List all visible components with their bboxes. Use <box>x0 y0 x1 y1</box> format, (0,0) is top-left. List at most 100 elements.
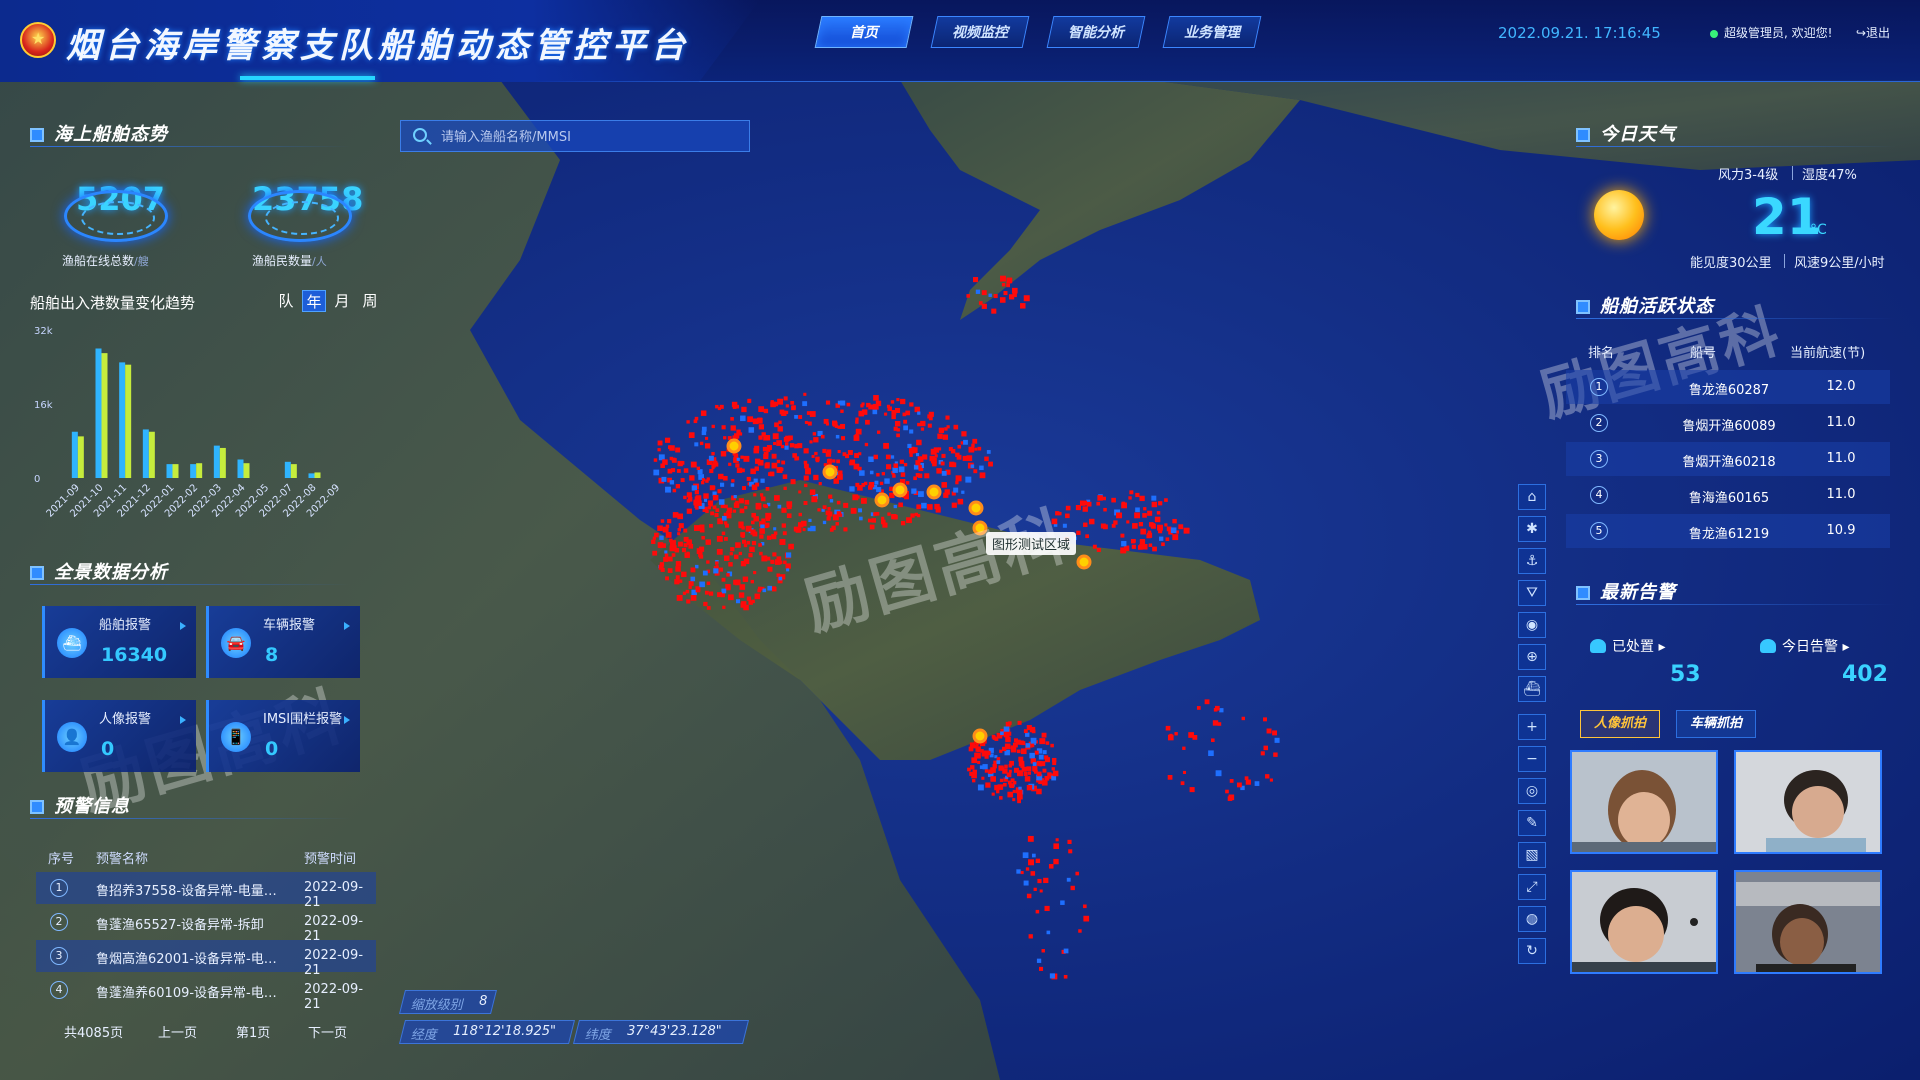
search-input[interactable] <box>441 125 741 149</box>
ship-marker <box>703 498 708 502</box>
ship-marker <box>721 515 727 521</box>
ship-filter-icon[interactable]: ⚓ <box>1518 548 1546 574</box>
longitude-readout: 经度 118°12'18.925" <box>399 1020 575 1044</box>
ship-marker <box>803 448 809 454</box>
ship-marker <box>677 513 684 520</box>
ship-marker <box>1039 738 1046 745</box>
lock-icon[interactable]: ⌂ <box>1518 484 1546 510</box>
nav-video-monitoring[interactable]: 视频监控 <box>930 16 1030 48</box>
ship-row[interactable]: 2 鲁烟开渔60089 11.0 <box>1566 406 1890 440</box>
ship-marker <box>876 430 881 434</box>
measure-icon[interactable]: ✎ <box>1518 810 1546 836</box>
tab-team[interactable]: 队 <box>274 290 298 312</box>
logout-button[interactable]: ↪退出 <box>1856 24 1890 41</box>
ship-marker <box>1030 737 1037 744</box>
ship-marker <box>1041 949 1045 953</box>
ship-marker <box>996 757 1001 761</box>
warning-row[interactable]: 4 鲁蓬渔养60109-设备异常-电量... 2022-09-21 <box>36 974 376 1012</box>
today-alarms[interactable]: 今日告警 ▸ 402 <box>1740 624 1892 698</box>
divider <box>1576 146 1896 147</box>
nav-home[interactable]: 首页 <box>814 16 914 48</box>
zoom-out-icon[interactable]: − <box>1518 746 1546 772</box>
test-zone-label[interactable]: 图形测试区域 <box>986 532 1077 555</box>
alert-ship-marker[interactable] <box>874 492 890 508</box>
ship-marker <box>921 502 927 509</box>
pager-next-button[interactable]: 下一页 <box>308 1022 347 1041</box>
car-alarm-card[interactable]: 🚘 车辆报警 8 <box>206 606 360 678</box>
tab-month[interactable]: 月 <box>330 290 354 312</box>
ship-marker <box>867 518 872 523</box>
ship-marker <box>753 493 757 497</box>
tab-year[interactable]: 年 <box>302 290 326 312</box>
ship-marker <box>1158 501 1163 506</box>
capture-photo[interactable] <box>1734 870 1882 974</box>
humidity: 湿度47% <box>1802 168 1857 183</box>
ship-marker <box>902 412 907 417</box>
ship-marker <box>835 522 839 526</box>
alert-ship-marker[interactable] <box>822 464 838 480</box>
imsi-alarm-card[interactable]: 📱 IMSI围栏报警 0 <box>206 700 360 772</box>
ship-marker <box>846 402 851 407</box>
pager-prev-button[interactable]: 上一页 <box>158 1022 197 1041</box>
ship-marker <box>675 566 681 572</box>
alert-ship-marker[interactable] <box>972 520 988 536</box>
ship-speed: 10.9 <box>1826 523 1856 538</box>
warning-row[interactable]: 3 鲁烟高渔62001-设备异常-电量... 2022-09-21 <box>36 940 376 978</box>
ship-marker <box>1016 789 1023 796</box>
ship-marker <box>701 426 707 432</box>
locate-icon[interactable]: ◎ <box>1518 778 1546 804</box>
ship-marker <box>677 528 682 532</box>
fullscreen-icon[interactable]: ⤢ <box>1518 874 1546 900</box>
alert-ship-marker[interactable] <box>1076 554 1092 570</box>
alert-ship-marker[interactable] <box>726 438 742 454</box>
ship-marker <box>723 475 728 481</box>
refresh-icon[interactable]: ↻ <box>1518 938 1546 964</box>
ship-marker <box>1022 852 1029 859</box>
ship-row[interactable]: 5 鲁龙渔61219 10.9 <box>1566 514 1890 548</box>
ship-marker <box>804 463 809 469</box>
filter-icon[interactable]: ⛛ <box>1518 580 1546 606</box>
nav-business-management[interactable]: 业务管理 <box>1162 16 1262 48</box>
zoom-in-icon[interactable]: + <box>1518 714 1546 740</box>
ship-row[interactable]: 4 鲁海渔60165 11.0 <box>1566 478 1890 512</box>
ship-row[interactable]: 3 鲁烟开渔60218 11.0 <box>1566 442 1890 476</box>
capture-photo[interactable] <box>1570 870 1718 974</box>
palette-icon[interactable]: ◉ <box>1518 612 1546 638</box>
ship-alarm-card[interactable]: ⛴ 船舶报警 16340 <box>42 606 196 678</box>
snowflake-icon[interactable]: ✱ <box>1518 516 1546 542</box>
ship-name: 鲁龙渔60287 <box>1688 383 1770 398</box>
alert-ship-marker[interactable] <box>968 500 984 516</box>
ship-search[interactable] <box>400 120 750 152</box>
alert-ship-marker[interactable] <box>972 728 988 744</box>
tab-face-capture[interactable]: 人像抓拍 <box>1580 710 1660 738</box>
ship-marker <box>694 490 699 495</box>
ship-marker <box>876 473 880 477</box>
ship-marker <box>1034 750 1039 755</box>
rank-number: 3 <box>1590 450 1608 468</box>
capture-photo[interactable] <box>1570 750 1718 854</box>
alert-ship-marker[interactable] <box>926 484 942 500</box>
ship-marker <box>1025 732 1030 737</box>
nav-smart-analysis[interactable]: 智能分析 <box>1046 16 1146 48</box>
globe-icon[interactable]: ⊕ <box>1518 644 1546 670</box>
capture-photo[interactable] <box>1734 750 1882 854</box>
chevron-right-icon <box>344 716 350 724</box>
ship-row[interactable]: 1 鲁龙渔60287 12.0 <box>1566 370 1890 404</box>
handled-alarms[interactable]: 已处置 ▸ 53 <box>1570 624 1722 698</box>
warning-row[interactable]: 2 鲁蓬渔65527-设备异常-拆卸 2022-09-21 <box>36 906 376 944</box>
ship-marker <box>1208 750 1214 757</box>
earth-icon[interactable]: ◍ <box>1518 906 1546 932</box>
ship-name: 鲁烟开渔60089 <box>1682 419 1776 434</box>
ship-marker <box>957 444 962 449</box>
ship-marker <box>1035 858 1041 864</box>
alert-ship-marker[interactable] <box>892 482 908 498</box>
ship-marker <box>1273 752 1278 757</box>
area-icon[interactable]: ▧ <box>1518 842 1546 868</box>
tab-week[interactable]: 周 <box>358 290 382 312</box>
face-alarm-card[interactable]: 👤 人像报警 0 <box>42 700 196 772</box>
ship-marker <box>741 468 745 473</box>
ship-marker <box>899 459 904 464</box>
warning-row[interactable]: 1 鲁招养37558-设备异常-电量不足 2022-09-21 <box>36 872 376 910</box>
tab-vehicle-capture[interactable]: 车辆抓拍 <box>1676 710 1756 738</box>
vessel-icon[interactable]: ⛴ <box>1518 676 1546 702</box>
